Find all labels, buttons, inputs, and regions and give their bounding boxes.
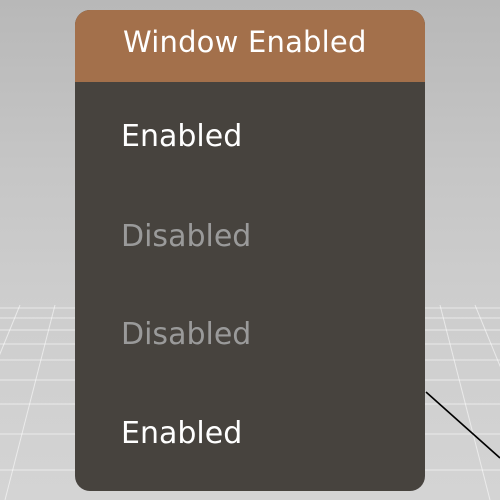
- menu-item-label: Enabled: [121, 416, 243, 451]
- menu-item-enabled-1[interactable]: Enabled: [75, 92, 425, 182]
- menu-item-enabled-2[interactable]: Enabled: [75, 389, 425, 479]
- menu-item-label: Disabled: [121, 219, 252, 254]
- menu-item-disabled-2: Disabled: [75, 290, 425, 380]
- menu-window: Window Enabled Enabled Disabled Disabled…: [75, 10, 425, 491]
- menu-item-label: Enabled: [121, 119, 243, 154]
- menu-item-disabled-1: Disabled: [75, 192, 425, 282]
- window-title: Window Enabled: [123, 25, 367, 59]
- window-header: Window Enabled: [75, 10, 425, 82]
- menu-item-label: Disabled: [121, 317, 252, 352]
